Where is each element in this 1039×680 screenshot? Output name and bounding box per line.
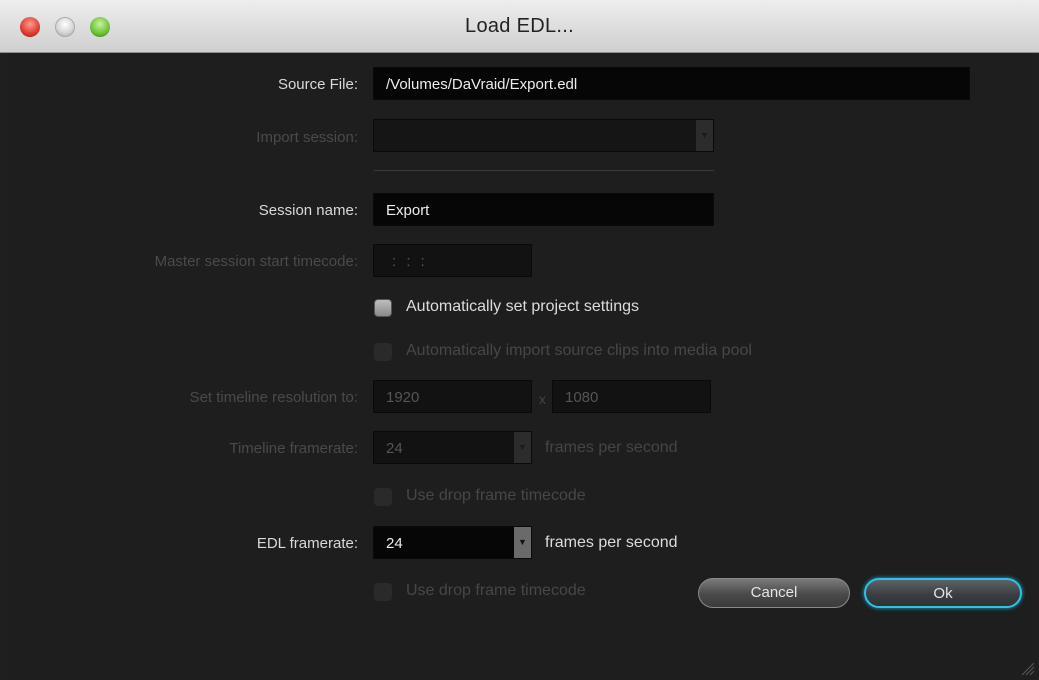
auto-project-settings-checkbox[interactable] — [374, 299, 392, 317]
edl-framerate-value: 24 — [386, 535, 403, 552]
section-divider — [374, 170, 714, 171]
timeline-resolution-label: Set timeline resolution to: — [189, 389, 358, 406]
timeline-framerate-value: 24 — [386, 440, 403, 457]
session-name-input[interactable]: Export — [373, 193, 714, 226]
edl-drop-frame-label: Use drop frame timecode — [406, 582, 586, 599]
source-file-label: Source File: — [277, 76, 358, 93]
edl-drop-frame-checkbox — [374, 583, 392, 601]
session-name-label: Session name: — [258, 202, 358, 219]
edl-framerate-suffix: frames per second — [545, 534, 678, 551]
master-timecode-input: : : : — [373, 244, 532, 277]
timeline-framerate-dropdown: 24 ▼ — [373, 431, 532, 464]
timeline-framerate-label: Timeline framerate: — [229, 440, 358, 457]
dialog-content: Source File: /Volumes/DaVraid/Export.edl… — [8, 53, 1031, 680]
resize-grip-icon[interactable] — [1017, 658, 1035, 676]
auto-project-settings-label[interactable]: Automatically set project settings — [406, 298, 639, 316]
auto-import-clips-label: Automatically import source clips into m… — [406, 342, 752, 359]
cancel-button[interactable]: Cancel — [698, 578, 850, 608]
auto-import-clips-checkbox — [374, 343, 392, 361]
timeline-drop-frame-label: Use drop frame timecode — [406, 487, 586, 504]
edl-framerate-label: EDL framerate: — [256, 535, 358, 552]
resolution-width-input: 1920 — [373, 380, 532, 413]
chevron-down-icon[interactable]: ▼ — [514, 527, 531, 558]
chevron-down-icon: ▼ — [696, 120, 713, 151]
import-session-label: Import session: — [256, 129, 358, 146]
window-title: Load EDL... — [465, 15, 574, 37]
timeline-framerate-suffix: frames per second — [545, 439, 678, 456]
resolution-height-input: 1080 — [552, 380, 711, 413]
edl-framerate-dropdown[interactable]: 24 ▼ — [373, 526, 532, 559]
title-bar: Load EDL... — [0, 0, 1039, 53]
source-file-input[interactable]: /Volumes/DaVraid/Export.edl — [373, 67, 970, 100]
chevron-down-icon: ▼ — [514, 432, 531, 463]
import-session-dropdown: ▼ — [373, 119, 714, 152]
load-edl-dialog: Load EDL... Source File: /Volumes/DaVrai… — [0, 0, 1039, 680]
resolution-separator: x — [539, 391, 546, 407]
master-timecode-label: Master session start timecode: — [154, 253, 358, 270]
timeline-drop-frame-checkbox — [374, 488, 392, 506]
ok-button[interactable]: Ok — [864, 578, 1022, 608]
